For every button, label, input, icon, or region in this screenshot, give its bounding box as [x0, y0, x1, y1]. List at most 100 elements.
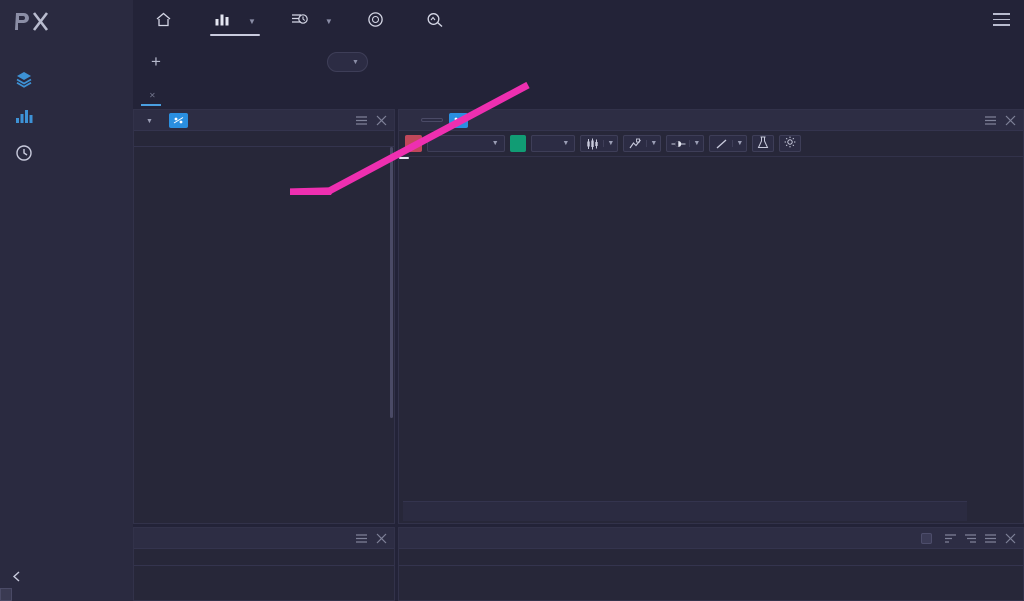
trading-app: ▼ ▼ + ▼ ✕ ▼ ▼ ▼ ▼ ▼ ▼ ▼: [0, 0, 1024, 601]
net-aggregation-checkbox[interactable]: [921, 532, 932, 544]
positions-panel-header: [399, 528, 1023, 549]
positions-table-body: [399, 566, 1023, 600]
turbo-icon: [290, 11, 308, 31]
sort-icon[interactable]: [944, 532, 957, 545]
left-column: ▼: [133, 109, 395, 601]
chart-range-navigator[interactable]: [403, 501, 967, 521]
time-axis: [399, 488, 967, 501]
sidebar-item-trade-history[interactable]: [0, 134, 133, 171]
buy-button[interactable]: [509, 135, 527, 152]
sidebar-item-account[interactable]: [0, 60, 133, 97]
column-header-side[interactable]: [199, 549, 264, 565]
price-axis[interactable]: [967, 157, 1023, 523]
chart-symbol-input[interactable]: [421, 118, 443, 122]
panel-menu-icon[interactable]: [984, 114, 997, 127]
chevron-down-icon: ▼: [248, 16, 256, 26]
add-account-button[interactable]: +: [141, 52, 171, 72]
nav-item-turbo[interactable]: ▼: [273, 0, 350, 42]
net-aggregation-toggle[interactable]: [921, 532, 937, 544]
status-url: [0, 588, 12, 601]
nav-item-covesting[interactable]: [350, 0, 409, 42]
chart-settings-button[interactable]: [779, 135, 802, 152]
nav-item-analysis[interactable]: [409, 0, 469, 42]
indicators-button[interactable]: ▼: [623, 135, 662, 152]
chart-panel: ▼ ▼ ▼ ▼ ▼ ▼: [398, 109, 1024, 524]
orders-panel: [133, 527, 395, 601]
left-sidebar: [0, 0, 133, 601]
markets-scrollbar[interactable]: [390, 147, 393, 418]
tab-charts[interactable]: [169, 101, 195, 106]
nav-item-margin[interactable]: ▼: [197, 0, 273, 42]
panel-menu-icon[interactable]: [355, 532, 368, 545]
chart-link-badge[interactable]: [449, 112, 468, 128]
chart-type-button[interactable]: ▼: [580, 135, 619, 152]
markets-panel-header: ▼: [134, 110, 394, 131]
layers-icon: [14, 69, 33, 88]
chart-panel-header: [399, 110, 1023, 131]
stat-balance: [390, 61, 473, 64]
bar-chart-icon: [14, 106, 33, 125]
hamburger-icon[interactable]: [993, 13, 1010, 30]
stat-unrealized-pl: [556, 61, 639, 64]
account-bar: + ▼: [133, 42, 1024, 82]
sell-button[interactable]: [405, 135, 422, 152]
markets-table-body[interactable]: [134, 147, 394, 523]
main-region: ▼ ▼ + ▼ ✕ ▼ ▼ ▼ ▼ ▼ ▼ ▼: [133, 0, 1024, 601]
close-icon[interactable]: ✕: [149, 91, 156, 100]
panel-menu-icon[interactable]: [355, 114, 368, 127]
column-header-symbol[interactable]: [134, 549, 199, 565]
stat-available-margin-pct: [805, 61, 888, 64]
tab-trading-history[interactable]: [195, 101, 221, 106]
account-stats: [390, 61, 888, 64]
drawing-icon: [710, 138, 732, 150]
panel-close-icon[interactable]: [1004, 114, 1017, 127]
column-header-price[interactable]: [329, 549, 394, 565]
add-tab-button[interactable]: [247, 104, 273, 106]
positions-table-header: [399, 549, 1023, 566]
chevron-down-icon: ▼: [146, 118, 153, 125]
markets-title[interactable]: ▼: [142, 114, 153, 126]
compare-icon: [667, 138, 689, 150]
account-selector[interactable]: [177, 62, 307, 63]
chevron-down-icon: ▼: [491, 140, 499, 147]
clock-icon: [14, 143, 33, 162]
filter-icon[interactable]: [964, 532, 977, 545]
drawing-tools-button[interactable]: ▼: [709, 135, 748, 152]
chart-toolbar: ▼ ▼ ▼ ▼ ▼ ▼: [399, 131, 1023, 157]
hide-menu-button[interactable]: [12, 571, 29, 585]
panel-close-icon[interactable]: [375, 532, 388, 545]
orders-table-body: [134, 566, 394, 600]
trading-mode-select[interactable]: ▼: [327, 52, 368, 72]
orders-panel-header: [134, 528, 394, 549]
header-ticker: [43, 7, 138, 9]
compare-button[interactable]: ▼: [666, 135, 705, 152]
panel-close-icon[interactable]: [375, 114, 388, 127]
workspace-tabs: ✕: [133, 82, 1024, 106]
positions-panel: [398, 527, 1024, 601]
chevron-down-icon: ▼: [324, 16, 333, 26]
sidebar-item-trade[interactable]: [0, 97, 133, 134]
high-price-tooltip: [399, 157, 409, 159]
column-header-size[interactable]: [264, 549, 329, 565]
markets-table-header: [134, 131, 394, 147]
bars-icon: [214, 11, 231, 31]
orders-table-header: [134, 549, 394, 566]
chevron-down-icon: ▼: [732, 140, 746, 147]
chevron-left-icon: [12, 571, 21, 585]
chart-canvas[interactable]: [399, 157, 1023, 523]
timeframe-select[interactable]: ▼: [531, 135, 576, 152]
top-navigation: ▼ ▼: [133, 0, 1024, 42]
chevron-down-icon: ▼: [352, 58, 359, 66]
tab-trade[interactable]: ✕: [133, 89, 169, 106]
panel-menu-icon[interactable]: [984, 532, 997, 545]
panels-container: ▼ ▼ ▼ ▼ ▼ ▼ ▼: [133, 106, 1024, 601]
tab-activity-log[interactable]: [221, 101, 247, 106]
stat-available-margin: [722, 61, 805, 64]
quantity-select[interactable]: ▼: [426, 135, 505, 152]
gear-icon: [784, 136, 796, 151]
markets-filter-badge[interactable]: [168, 112, 188, 128]
analysis-icon: [426, 11, 444, 31]
nav-item-main[interactable]: [138, 0, 197, 42]
panel-close-icon[interactable]: [1004, 532, 1017, 545]
lab-button[interactable]: [752, 135, 775, 152]
